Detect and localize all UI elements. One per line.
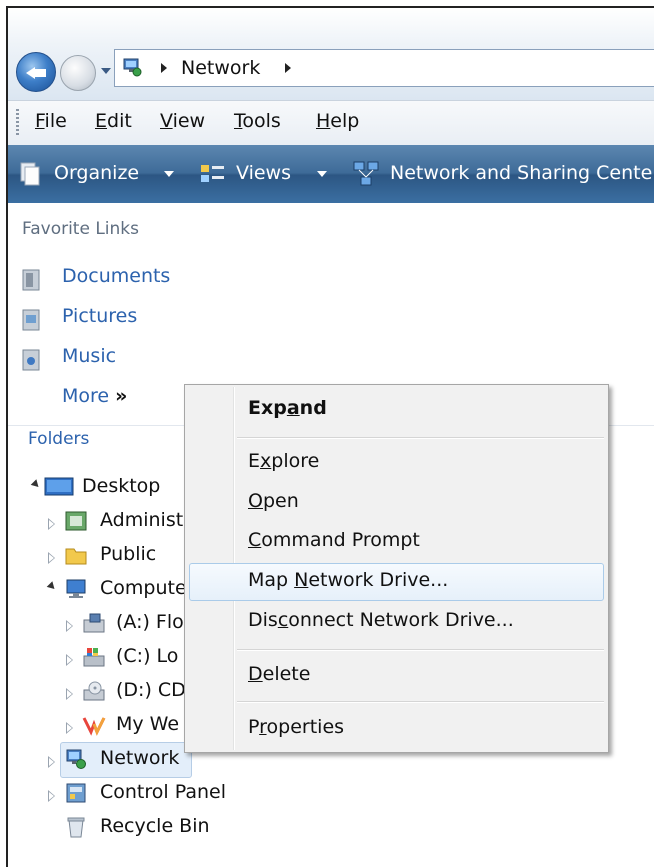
breadcrumb-network[interactable]: Network (181, 57, 260, 79)
collapsed-arrow-icon[interactable] (48, 518, 55, 530)
address-box[interactable]: Network (114, 49, 654, 87)
tree-item-recycle-bin[interactable]: Recycle Bin (100, 815, 210, 837)
menu-item-explore[interactable]: Explore (248, 450, 319, 472)
collapsed-arrow-icon[interactable] (66, 722, 73, 734)
tree-item-cd-drive[interactable]: (D:) CD (116, 679, 186, 701)
menu-view[interactable]: View (160, 110, 205, 132)
organize-dropdown-icon[interactable] (164, 171, 174, 177)
tree-item-computer[interactable]: Compute (100, 577, 187, 599)
menu-bar: File Edit View Tools Help (8, 100, 654, 146)
menu-item-properties[interactable]: Properties (248, 716, 344, 738)
expanded-arrow-icon[interactable] (46, 581, 58, 592)
command-bar: Organize Views Network and Sharing Cente (8, 145, 654, 203)
network-sharing-icon (353, 161, 379, 186)
tree-item-network[interactable]: Network (100, 747, 179, 769)
favorite-link-pictures[interactable]: Pictures (62, 305, 137, 327)
tree-item-administrator[interactable]: Administ (100, 509, 183, 531)
favorite-link-music[interactable]: Music (62, 345, 116, 367)
menu-separator (237, 701, 604, 703)
menu-file[interactable]: File (35, 110, 67, 132)
tree-item-local-disk[interactable]: (C:) Lo (116, 645, 178, 667)
menu-item-open[interactable]: Open (248, 490, 299, 512)
organize-icon (20, 162, 40, 186)
collapsed-arrow-icon[interactable] (48, 790, 55, 802)
views-dropdown-icon[interactable] (317, 171, 327, 177)
address-bar: Network (8, 8, 654, 100)
forward-button[interactable] (60, 55, 96, 91)
recycle-bin-icon (67, 817, 85, 838)
tree-item-floppy[interactable]: (A:) Flo (116, 611, 184, 633)
pictures-icon (22, 309, 40, 331)
tree-item-control-panel[interactable]: Control Panel (100, 781, 226, 803)
menu-item-disconnect-network-drive[interactable]: Disconnect Network Drive... (248, 609, 514, 631)
menu-help[interactable]: Help (316, 110, 359, 132)
control-panel-icon (66, 783, 86, 803)
music-icon (22, 349, 40, 371)
views-icon (201, 165, 224, 182)
menu-separator (237, 437, 604, 439)
back-button[interactable] (16, 52, 56, 92)
menu-item-map-network-drive[interactable]: Map Network Drive... (248, 569, 448, 591)
expanded-arrow-icon[interactable] (30, 479, 42, 490)
tree-item-public[interactable]: Public (100, 543, 156, 565)
favorite-links-more[interactable]: More » (62, 385, 127, 407)
network-icon (66, 749, 86, 769)
context-menu: Expand Explore Open Command Prompt Map N… (184, 384, 609, 753)
favorite-link-documents[interactable]: Documents (62, 265, 170, 287)
breadcrumb-separator-icon[interactable] (161, 63, 167, 73)
computer-icon (66, 579, 86, 598)
folders-heading[interactable]: Folders (28, 429, 89, 449)
menu-tools[interactable]: Tools (234, 110, 281, 132)
menu-item-expand[interactable]: Expand (248, 397, 327, 419)
toolbar-grip (16, 109, 19, 137)
menu-item-command-prompt[interactable]: Command Prompt (248, 529, 420, 551)
my-web-icon (82, 717, 106, 736)
local-disk-icon (83, 648, 105, 667)
collapsed-arrow-icon[interactable] (66, 654, 73, 666)
documents-icon (22, 269, 40, 291)
menu-item-delete[interactable]: Delete (248, 663, 310, 685)
network-sharing-center-button[interactable]: Network and Sharing Cente (390, 162, 652, 184)
user-folder-icon (65, 511, 87, 531)
views-button[interactable]: Views (236, 162, 291, 184)
menu-separator (237, 649, 604, 651)
favorite-links-heading: Favorite Links (22, 219, 140, 239)
tree-item-my-web[interactable]: My We (116, 713, 179, 735)
breadcrumb-chevron-icon[interactable] (285, 63, 291, 73)
desktop-icon (44, 477, 74, 496)
floppy-drive-icon (83, 613, 105, 633)
tree-item-desktop[interactable]: Desktop (82, 475, 160, 497)
collapsed-arrow-icon[interactable] (48, 552, 55, 564)
organize-button[interactable]: Organize (54, 162, 139, 184)
network-icon (123, 58, 142, 77)
collapsed-arrow-icon[interactable] (66, 620, 73, 632)
collapsed-arrow-icon[interactable] (48, 756, 55, 768)
collapsed-arrow-icon[interactable] (66, 688, 73, 700)
recent-pages-dropdown-icon[interactable] (101, 68, 111, 74)
folder-icon (65, 548, 87, 565)
cd-drive-icon (83, 681, 105, 701)
menu-edit[interactable]: Edit (95, 110, 132, 132)
double-chevron-icon: » (115, 385, 128, 407)
